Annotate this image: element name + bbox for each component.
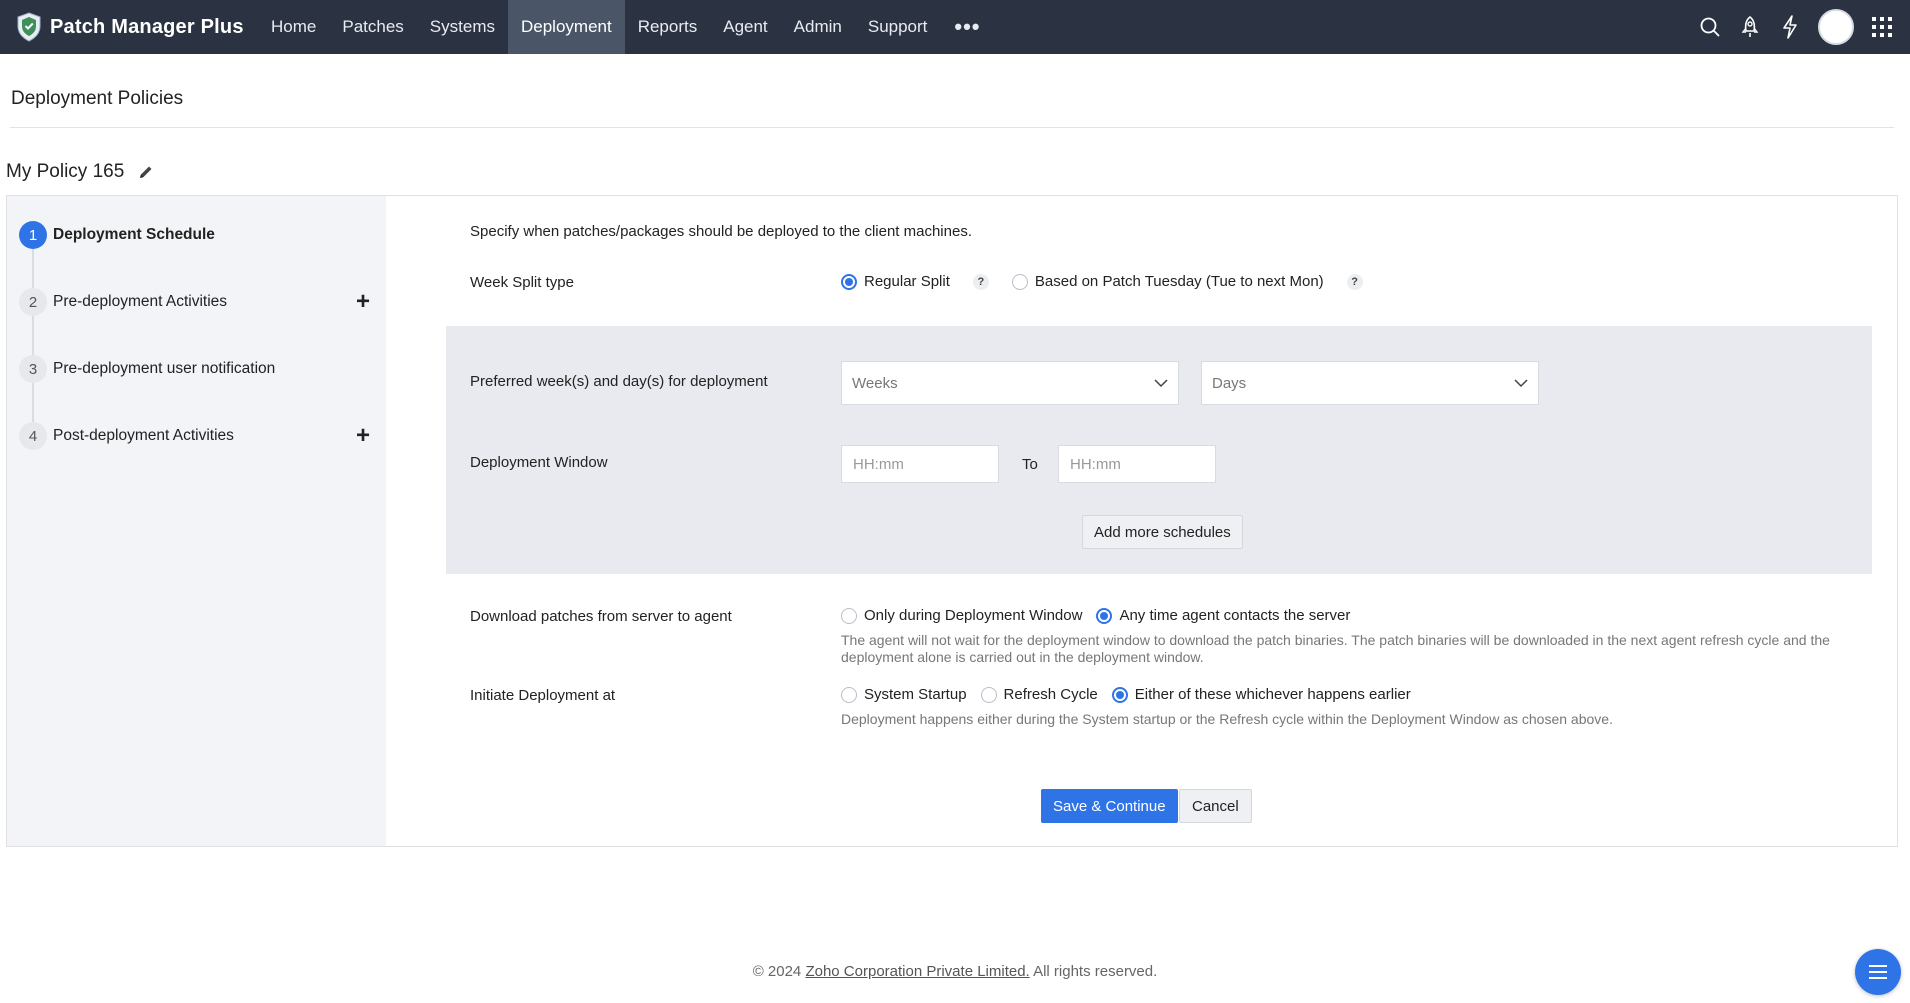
footer-suffix: All rights reserved. [1029,963,1158,980]
radio-regular-split[interactable]: Regular Split [841,273,950,290]
nav-systems[interactable]: Systems [417,0,508,54]
app-name: Patch Manager Plus [50,15,244,38]
lightning-icon[interactable] [1778,15,1802,39]
step-deployment-schedule[interactable]: 1 Deployment Schedule [7,215,386,255]
step-label: Pre-deployment user notification [53,360,276,377]
policy-name-text: My Policy 165 [6,161,125,182]
to-label: To [1022,456,1038,473]
initiate-options: System Startup Refresh Cycle Either of t… [841,686,1411,703]
plus-icon[interactable]: + [356,288,370,316]
page-title: Deployment Policies [11,88,184,109]
step-pre-deployment-user-notification[interactable]: 3 Pre-deployment user notification [7,349,386,389]
radio-label: Refresh Cycle [1003,686,1098,703]
radio-dot [980,686,997,703]
window-end-input[interactable]: HH:mm [1058,445,1216,483]
steps-connector [32,234,34,434]
window-start-input[interactable]: HH:mm [841,445,999,483]
schedule-block: Preferred week(s) and day(s) for deploym… [446,326,1872,574]
weeks-placeholder: Weeks [852,374,898,392]
steps-sidebar: 1 Deployment Schedule 2 Pre-deployment A… [7,196,386,846]
nav-reports[interactable]: Reports [625,0,711,54]
nav-support[interactable]: Support [855,0,941,54]
help-icon[interactable]: ? [1346,273,1363,290]
avatar[interactable] [1818,9,1854,45]
step-label: Deployment Schedule [53,226,215,243]
radio-label: Based on Patch Tuesday (Tue to next Mon) [1034,273,1324,290]
step-label: Pre-deployment Activities [53,293,228,310]
brand[interactable]: Patch Manager Plus [0,12,258,42]
more-menu-icon[interactable]: ••• [940,0,994,54]
step-number: 3 [19,355,47,383]
step-number: 2 [19,288,47,316]
footer-prefix: © 2024 [752,963,806,980]
chevron-down-icon [1154,376,1168,390]
chevron-down-icon [1514,376,1528,390]
radio-dot [1096,607,1113,624]
radio-system-startup[interactable]: System Startup [841,686,967,703]
help-icon[interactable]: ? [972,273,989,290]
days-placeholder: Days [1212,374,1247,392]
nav-agent[interactable]: Agent [710,0,780,54]
deployment-window-label: Deployment Window [470,454,608,471]
edit-pencil-icon[interactable] [138,164,154,180]
radio-label: Any time agent contacts the server [1119,607,1351,624]
cancel-button[interactable]: Cancel [1179,789,1252,823]
form-intro: Specify when patches/packages should be … [470,223,972,240]
policy-name: My Policy 165 [6,161,154,183]
plus-icon[interactable]: + [356,422,370,450]
step-number: 4 [19,422,47,450]
footer-company-link[interactable]: Zoho Corporation Private Limited. [805,963,1029,980]
step-pre-deployment-activities[interactable]: 2 Pre-deployment Activities + [7,282,386,322]
radio-dot [841,273,857,290]
radio-only-window[interactable]: Only during Deployment Window [841,607,1082,624]
step-number: 1 [19,221,47,249]
radio-label: Only during Deployment Window [864,607,1083,624]
radio-label: Either of these whichever happens earlie… [1134,686,1411,703]
radio-patch-tuesday[interactable]: Based on Patch Tuesday (Tue to next Mon) [1011,273,1324,290]
header-actions [1698,0,1894,54]
radio-either-earlier[interactable]: Either of these whichever happens earlie… [1111,686,1411,703]
preferred-label: Preferred week(s) and day(s) for deploym… [470,373,768,390]
rocket-icon[interactable] [1738,15,1762,39]
main-nav: Home Patches Systems Deployment Reports … [258,0,995,54]
download-hint: The agent will not wait for the deployme… [841,632,1830,665]
radio-dot [1011,273,1028,290]
title-divider [10,127,1894,128]
radio-any-time[interactable]: Any time agent contacts the server [1096,607,1350,624]
radio-dot [1111,686,1128,703]
search-icon[interactable] [1698,15,1722,39]
week-split-options: Regular Split ? Based on Patch Tuesday (… [841,273,1363,290]
schedule-form: Specify when patches/packages should be … [386,196,1897,846]
weeks-dropdown[interactable]: Weeks [841,361,1179,405]
download-options: Only during Deployment Window Any time a… [841,607,1350,624]
footer: © 2024 Zoho Corporation Private Limited.… [0,963,1910,980]
nav-home[interactable]: Home [258,0,329,54]
radio-label: Regular Split [864,273,950,290]
radio-label: System Startup [864,686,967,703]
radio-refresh-cycle[interactable]: Refresh Cycle [980,686,1098,703]
radio-dot [841,686,857,703]
week-split-label: Week Split type [470,274,574,291]
step-post-deployment-activities[interactable]: 4 Post-deployment Activities + [7,416,386,456]
initiate-hint: Deployment happens either during the Sys… [841,711,1613,727]
shield-logo-icon [17,12,41,42]
add-more-schedules-button[interactable]: Add more schedules [1082,515,1243,549]
nav-deployment[interactable]: Deployment [507,0,625,54]
menu-icon[interactable] [1855,949,1901,995]
apps-grid-icon[interactable] [1870,15,1894,39]
download-label: Download patches from server to agent [470,608,732,625]
save-continue-button[interactable]: Save & Continue [1041,789,1178,823]
top-navigation-bar: Patch Manager Plus Home Patches Systems … [0,0,1910,54]
radio-dot [841,607,857,624]
policy-panel: 1 Deployment Schedule 2 Pre-deployment A… [6,195,1898,847]
days-dropdown[interactable]: Days [1201,361,1539,405]
nav-patches[interactable]: Patches [329,0,416,54]
step-label: Post-deployment Activities [53,427,234,444]
nav-admin[interactable]: Admin [781,0,855,54]
initiate-label: Initiate Deployment at [470,687,616,704]
